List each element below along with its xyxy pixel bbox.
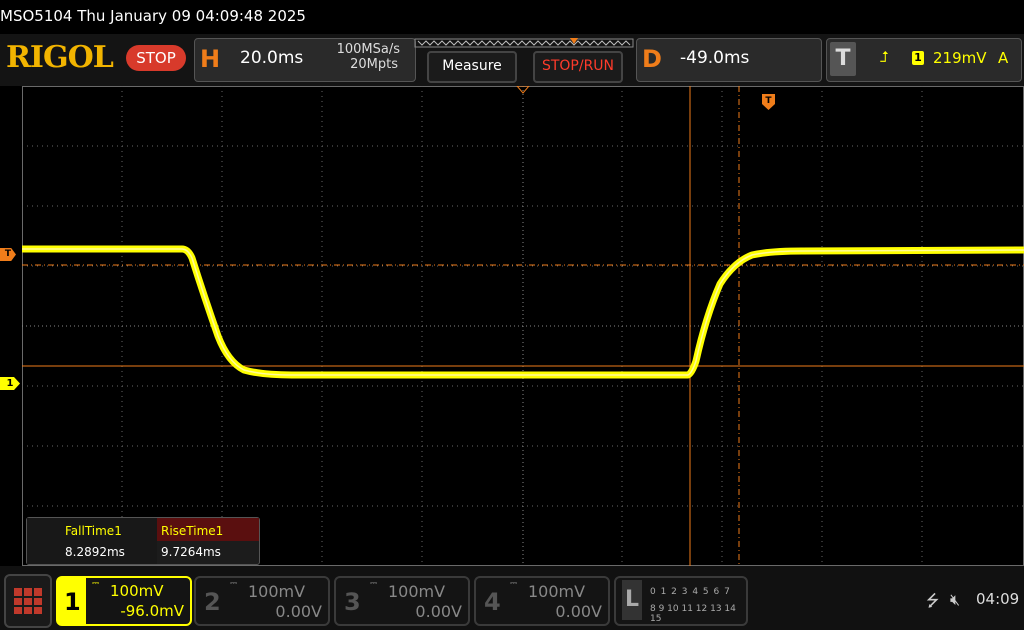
channel4-offset: 0.00V xyxy=(555,602,602,621)
clock-time: 04:09 xyxy=(976,590,1020,608)
logic-row2: 8 9 10 11 12 13 14 15 xyxy=(650,604,736,624)
channel1-offset-marker[interactable]: 1 xyxy=(0,377,20,390)
dc-coupling-icon: ⎓ xyxy=(230,579,238,589)
run-state-badge[interactable]: STOP xyxy=(126,45,186,71)
channel4-number: 4 xyxy=(484,588,501,616)
trigger-level-marker[interactable]: T xyxy=(0,248,16,261)
trigger-letter: T xyxy=(830,42,856,76)
trigger-level: 219mV xyxy=(933,49,987,67)
dc-coupling-icon: ⎓ xyxy=(510,579,518,589)
measurement-item: FallTime1 8.2892ms xyxy=(27,518,157,564)
channel3-scale: 100mV xyxy=(388,582,446,601)
trigger-source: 1 xyxy=(912,51,924,65)
measurement-value: 9.7264ms xyxy=(161,545,221,559)
channel2-panel[interactable]: 2 ⎓ 100mV 0.00V xyxy=(194,576,330,626)
channel2-scale: 100mV xyxy=(248,582,306,601)
delay-letter: D xyxy=(642,45,662,73)
channel1-scale: 100mV xyxy=(110,582,164,600)
dc-coupling-icon: ⎓ xyxy=(92,579,100,589)
window-title: MSO5104 Thu January 09 04:09:48 2025 xyxy=(0,0,1024,34)
grid-menu-icon xyxy=(14,588,42,614)
channel3-offset: 0.00V xyxy=(415,602,462,621)
logic-letter: L xyxy=(622,580,642,620)
logic-panel[interactable]: L 0 1 2 3 4 5 6 7 8 9 10 11 12 13 14 15 xyxy=(614,576,748,626)
rigol-logo: RIGOL xyxy=(6,40,114,75)
speaker-muted-icon[interactable]: 🔇︎ xyxy=(950,590,960,610)
channel1-offset: -96.0mV xyxy=(120,602,184,620)
sample-rate: 100MSa/s xyxy=(336,42,400,57)
channel3-panel[interactable]: 3 ⎓ 100mV 0.00V xyxy=(334,576,470,626)
waveform-display[interactable]: T xyxy=(22,86,1024,566)
horizontal-letter: H xyxy=(199,45,221,73)
channel1-panel[interactable]: 1 ⎓ 100mV -96.0mV xyxy=(56,576,192,626)
channel2-number: 2 xyxy=(204,588,221,616)
measurement-value: 8.2892ms xyxy=(65,545,125,559)
trigger-mode: A xyxy=(998,49,1009,67)
memory-depth: 20Mpts xyxy=(350,57,398,72)
usb-icon: ⭍ xyxy=(926,591,940,610)
timebase-value: 20.0ms xyxy=(240,48,304,68)
measurement-panel: FallTime1 8.2892ms RiseTime1 9.7264ms xyxy=(26,517,260,565)
measure-button[interactable]: Measure xyxy=(427,51,517,83)
channel4-scale: 100mV xyxy=(528,582,586,601)
svg-text:T: T xyxy=(765,96,772,106)
logic-row1: 0 1 2 3 4 5 6 7 xyxy=(650,587,731,597)
channel4-panel[interactable]: 4 ⎓ 100mV 0.00V xyxy=(474,576,610,626)
measurement-label: FallTime1 xyxy=(65,524,122,538)
dc-coupling-icon: ⎓ xyxy=(370,579,378,589)
menu-button[interactable] xyxy=(4,574,52,628)
rising-edge-icon: ⮥ xyxy=(880,48,889,66)
delay-value: -49.0ms xyxy=(680,48,750,68)
measurement-label: RiseTime1 xyxy=(161,524,224,538)
stop-run-button[interactable]: STOP/RUN xyxy=(533,51,623,83)
memory-position-bar xyxy=(414,38,634,48)
channel3-number: 3 xyxy=(344,588,361,616)
channel1-number: 1 xyxy=(64,588,81,616)
channel2-offset: 0.00V xyxy=(275,602,322,621)
